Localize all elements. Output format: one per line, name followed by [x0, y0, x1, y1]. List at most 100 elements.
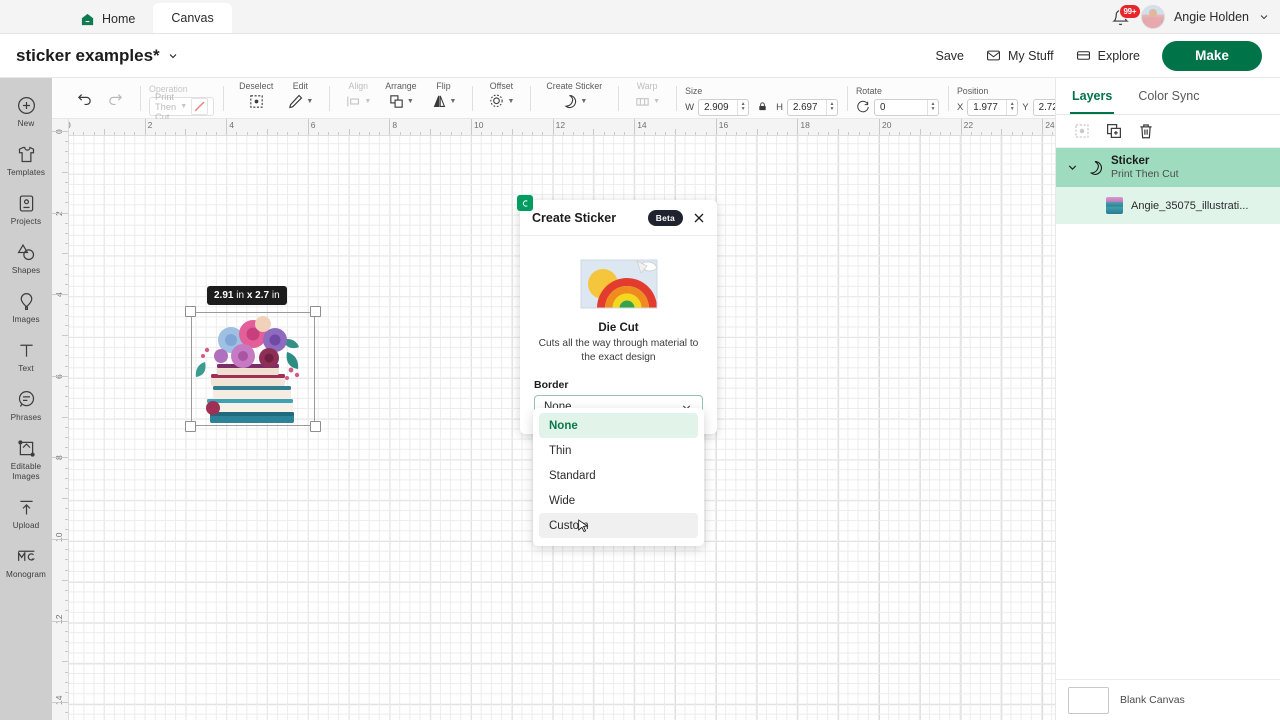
create-sticker-title: Create Sticker	[532, 210, 617, 225]
layer-child-row[interactable]: Angie_35075_illustrati...	[1056, 187, 1280, 224]
ruler-h-minor-tick	[358, 131, 360, 135]
deselect-button[interactable]: Deselect	[232, 78, 280, 110]
sidebar-item-images[interactable]: Images	[0, 284, 52, 331]
create-sticker-panel: Create Sticker Beta Die Cut Cuts all the…	[517, 195, 717, 546]
rotate-icon[interactable]	[856, 100, 870, 114]
slice-icon[interactable]	[1073, 122, 1091, 140]
tab-home[interactable]: Home	[62, 5, 153, 33]
operation-color-swatch[interactable]	[191, 98, 209, 115]
ruler-v-minor-tick	[64, 692, 68, 693]
rotate-stepper[interactable]: ▲ ▼	[926, 99, 938, 115]
sidebar-item-templates[interactable]: Templates	[0, 137, 52, 184]
edit-button[interactable]: Edit ▼	[280, 78, 320, 110]
ruler-h-minor-tick	[909, 131, 911, 135]
width-input-box[interactable]: ▲▼	[698, 98, 750, 116]
ruler-h-minor-tick	[134, 131, 136, 135]
y-input-box[interactable]: ▲▼	[1032, 98, 1055, 116]
ruler-h-minor-tick	[613, 131, 615, 135]
width-input[interactable]	[699, 99, 738, 115]
save-label: Save	[935, 48, 964, 63]
height-input-box[interactable]: ▲▼	[786, 98, 838, 116]
arrange-button[interactable]: Arrange ▼	[378, 78, 423, 110]
height-input[interactable]	[787, 99, 826, 115]
sidebar-item-phrases[interactable]: Phrases	[0, 382, 52, 429]
avatar[interactable]	[1140, 5, 1165, 29]
create-sticker-button[interactable]: Create Sticker ▼	[539, 78, 609, 110]
lock-aspect-button[interactable]	[753, 101, 772, 113]
ruler-v-minor-tick	[64, 671, 68, 673]
ruler-h-minor-tick	[675, 129, 676, 135]
x-input-box[interactable]: ▲▼	[967, 98, 1019, 116]
ruler-h-minor-tick	[93, 131, 95, 135]
duplicate-icon[interactable]	[1105, 122, 1123, 140]
close-icon[interactable]	[691, 210, 707, 226]
sidebar-item-shapes[interactable]: Shapes	[0, 235, 52, 282]
warp-button[interactable]: Warp ▼	[627, 78, 667, 110]
make-button[interactable]: Make	[1162, 40, 1262, 71]
sidebar-item-editable-images[interactable]: Editable Images	[0, 431, 52, 488]
ruler-h-minor-tick	[756, 129, 758, 135]
border-option-wide[interactable]: Wide	[539, 488, 698, 513]
redo-button[interactable]	[100, 78, 131, 108]
project-title-text: sticker examples*	[16, 45, 160, 65]
flip-button[interactable]: Flip ▼	[424, 78, 464, 110]
x-stepper[interactable]: ▲ ▼	[1006, 99, 1017, 115]
username-label[interactable]: Angie Holden	[1174, 10, 1249, 24]
sidebar-label-monogram: Monogram	[6, 570, 46, 579]
resize-handle-top-left[interactable]	[185, 306, 196, 317]
sticker-icon	[564, 94, 577, 108]
ruler-v-minor-tick	[64, 549, 68, 551]
tab-canvas[interactable]: Canvas	[153, 3, 232, 33]
delete-icon[interactable]	[1137, 122, 1155, 140]
align-button[interactable]: Align ▼	[338, 78, 378, 110]
ruler-h-minor-tick	[185, 129, 187, 135]
chevron-down-icon[interactable]	[1258, 11, 1270, 23]
ruler-h-minor-tick	[369, 131, 370, 135]
rotate-input-box[interactable]: ▲▼	[873, 98, 939, 116]
height-stepper[interactable]: ▲ ▼	[825, 99, 837, 115]
tab-color-sync[interactable]: Color Sync	[1138, 78, 1199, 114]
die-cut-title: Die Cut	[598, 322, 639, 334]
chevron-down-icon	[169, 53, 177, 58]
tab-layers[interactable]: Layers	[1069, 78, 1115, 114]
border-option-standard[interactable]: Standard	[539, 463, 698, 488]
ruler-h-minor-tick	[685, 131, 687, 135]
selected-object[interactable]	[185, 306, 321, 432]
resize-handle-bottom-right[interactable]	[310, 421, 321, 432]
sidebar-item-upload[interactable]: Upload	[0, 490, 52, 537]
sidebar-item-text[interactable]: Text	[0, 333, 52, 380]
explore-button[interactable]: Explore	[1076, 48, 1140, 63]
ruler-v-minor-tick	[64, 406, 68, 408]
resize-handle-bottom-left[interactable]	[185, 421, 196, 432]
border-option-thin[interactable]: Thin	[539, 438, 698, 463]
ruler-v-minor-tick	[64, 273, 68, 275]
notifications-button[interactable]: 99+	[1110, 4, 1141, 28]
blank-canvas-swatch[interactable]	[1068, 686, 1109, 714]
offset-button[interactable]: Offset ▼	[481, 78, 521, 110]
sidebar-item-projects[interactable]: Projects	[0, 186, 52, 233]
border-option-custom[interactable]: Custom	[539, 513, 698, 538]
border-option-none[interactable]: None	[539, 413, 698, 438]
operation-select[interactable]: Print Then Cut ▼	[149, 92, 215, 122]
rotate-input[interactable]	[874, 99, 927, 115]
border-option-standard-label: Standard	[549, 469, 596, 482]
ruler-v-minor-tick	[64, 233, 68, 234]
layer-row-sticker[interactable]: Sticker Print Then Cut	[1056, 148, 1280, 187]
save-button[interactable]: Save	[935, 49, 964, 63]
my-stuff-button[interactable]: My Stuff	[986, 48, 1054, 63]
sel-width: 2.91	[214, 290, 234, 301]
ruler-h-minor-tick	[766, 131, 768, 135]
ruler-h-minor-tick	[460, 131, 462, 135]
y-input[interactable]	[1033, 99, 1055, 115]
resize-handle-top-right[interactable]	[310, 306, 321, 317]
x-input[interactable]	[968, 99, 1007, 115]
ruler-h-major-tick	[879, 119, 880, 135]
sidebar-item-new[interactable]: New	[0, 88, 52, 135]
undo-button[interactable]	[69, 78, 100, 108]
chevron-down-icon[interactable]	[1066, 161, 1079, 174]
width-stepper[interactable]: ▲ ▼	[737, 99, 748, 115]
ruler-h-minor-tick	[165, 131, 166, 135]
speech-bubble-icon	[18, 391, 34, 407]
project-title[interactable]: sticker examples*	[16, 46, 179, 66]
sidebar-item-monogram[interactable]: Monogram	[0, 539, 52, 586]
